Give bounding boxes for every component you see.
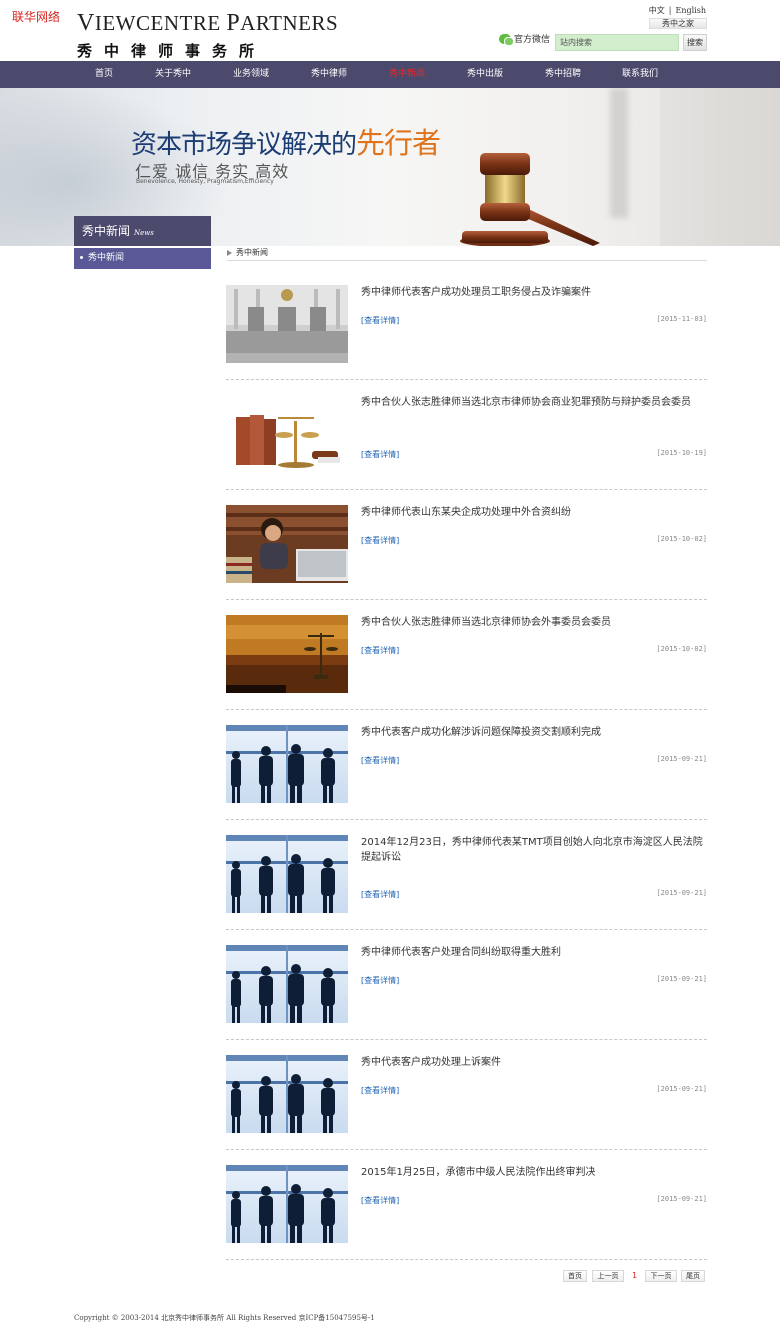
lang-english-link[interactable]: English	[676, 6, 707, 15]
news-date: [2015-11-03]	[656, 315, 707, 323]
banner-title-main: 资本市场争议解决的	[131, 130, 357, 160]
news-date: [2015-09-21]	[656, 889, 707, 897]
news-title-link[interactable]: 秀中律师代表山东某央企成功处理中外合资纠纷	[361, 505, 707, 520]
gavel-image	[460, 153, 600, 246]
news-title-link[interactable]: 秀中律师代表客户处理合同纠纷取得重大胜利	[361, 945, 707, 960]
wechat-label: 官方微信	[514, 35, 551, 45]
pager-first-button[interactable]: 首页	[563, 1270, 587, 1282]
logo-letter: P	[226, 10, 241, 36]
news-date: [2015-09-21]	[656, 975, 707, 983]
language-switch: 中文 | English	[649, 5, 706, 16]
pager-next-button[interactable]: 下一页	[645, 1270, 677, 1282]
search-button[interactable]: 搜索	[683, 34, 707, 51]
news-title-link[interactable]: 秀中合伙人张志胜律师当选北京市律师协会商业犯罪预防与辩护委员会委员	[361, 395, 707, 410]
news-thumbnail[interactable]	[226, 725, 348, 803]
sidebar-item-label: 秀中新闻	[88, 253, 125, 263]
banner-bg-blur	[610, 88, 628, 218]
lang-separator: |	[668, 6, 672, 15]
news-date: [2015-10-02]	[656, 645, 707, 653]
breadcrumb: 秀中新闻	[227, 247, 707, 261]
nav-item-home[interactable]: 首页	[95, 61, 113, 88]
breadcrumb-arrow-icon	[227, 249, 232, 256]
news-date: [2015-09-21]	[656, 1195, 707, 1203]
nav-item-publications[interactable]: 秀中出版	[467, 61, 503, 88]
news-item: 2014年12月23日，秀中律师代表某TMT项目创始人向北京市海淀区人民法院提起…	[226, 835, 707, 930]
pager-current-page: 1	[632, 1271, 638, 1280]
banner-bg-blur	[660, 88, 780, 246]
pagination: 首页 上一页 1 下一页 尾页	[0, 1270, 780, 1282]
nav-item-lawyers[interactable]: 秀中律师	[311, 61, 347, 88]
logo-word: ARTNERS	[240, 11, 339, 35]
view-details-link[interactable]: [查看详情]	[361, 315, 399, 326]
page: { "watermark": "联华网络", "header": { "logo…	[0, 0, 780, 1336]
view-details-link[interactable]: [查看详情]	[361, 645, 399, 656]
news-thumbnail[interactable]	[226, 945, 348, 1023]
banner-title-highlight: 先行者	[356, 126, 441, 160]
lang-chinese-link[interactable]: 中文	[649, 6, 665, 15]
news-thumbnail[interactable]	[226, 285, 348, 363]
search-input[interactable]: 站内搜索	[555, 34, 679, 51]
nav-item-about[interactable]: 关于秀中	[155, 61, 191, 88]
view-details-link[interactable]: [查看详情]	[361, 535, 399, 546]
news-thumbnail[interactable]	[226, 395, 348, 473]
view-details-link[interactable]: [查看详情]	[361, 755, 399, 766]
news-title-link[interactable]: 秀中代表客户成功处理上诉案件	[361, 1055, 707, 1070]
news-item: 秀中律师代表客户成功处理员工职务侵占及诈骗案件 [查看详情] [2015-11-03…	[226, 285, 707, 380]
banner-title: 资本市场争议解决的先行者	[131, 120, 441, 162]
wechat-link[interactable]: 官方微信	[499, 32, 551, 46]
news-date: [2015-09-21]	[656, 1085, 707, 1093]
xiuzhong-home-link[interactable]: 秀中之家	[649, 18, 707, 29]
bullet-icon	[80, 256, 83, 259]
nav-item-practice-areas[interactable]: 业务领域	[233, 61, 269, 88]
nav-item-news[interactable]: 秀中新闻	[389, 61, 425, 88]
news-title-link[interactable]: 2015年1月25日，承德市中级人民法院作出终审判决	[361, 1165, 707, 1180]
view-details-link[interactable]: [查看详情]	[361, 889, 399, 900]
view-details-link[interactable]: [查看详情]	[361, 1085, 399, 1096]
news-thumbnail[interactable]	[226, 1165, 348, 1243]
breadcrumb-label[interactable]: 秀中新闻	[236, 248, 268, 257]
news-date: [2015-10-02]	[656, 535, 707, 543]
nav-item-contact[interactable]: 联系我们	[622, 61, 658, 88]
news-item: 秀中合伙人张志胜律师当选北京律师协会外事委员会委员 [查看详情] [2015-10-…	[226, 615, 707, 710]
sidebar-heading-english: News	[134, 229, 154, 237]
news-item: 秀中律师代表山东某央企成功处理中外合资纠纷 [查看详情] [2015-10-02]	[226, 505, 707, 600]
news-title-link[interactable]: 秀中律师代表客户成功处理员工职务侵占及诈骗案件	[361, 285, 707, 300]
news-item: 秀中代表客户成功处理上诉案件 [查看详情] [2015-09-21]	[226, 1055, 707, 1150]
view-details-link[interactable]: [查看详情]	[361, 1195, 399, 1206]
news-item: 秀中律师代表客户处理合同纠纷取得重大胜利 [查看详情] [2015-09-21]	[226, 945, 707, 1040]
news-item: 2015年1月25日，承德市中级人民法院作出终审判决 [查看详情] [2015-09…	[226, 1165, 707, 1260]
pager-last-button[interactable]: 尾页	[681, 1270, 705, 1282]
footer-copyright: Copyright © 2003-2014 北京秀中律师事务所 All Righ…	[74, 1314, 375, 1322]
sidebar-heading: 秀中新闻 News	[74, 216, 211, 246]
nav-item-careers[interactable]: 秀中招聘	[545, 61, 581, 88]
pager-prev-button[interactable]: 上一页	[592, 1270, 624, 1282]
logo-english: VIEWCENTRE PARTNERS	[77, 10, 339, 36]
banner-subtitle-english: Benevolence, Honesty, Pragmatism,Efficie…	[136, 178, 274, 185]
logo-word: IEWCENTRE	[94, 11, 227, 35]
site-logo[interactable]: VIEWCENTRE PARTNERS 秀中律师事务所	[77, 10, 339, 61]
news-thumbnail[interactable]	[226, 505, 348, 583]
view-details-link[interactable]: [查看详情]	[361, 975, 399, 986]
news-item: 秀中合伙人张志胜律师当选北京市律师协会商业犯罪预防与辩护委员会委员 [查看详情] […	[226, 395, 707, 490]
news-thumbnail[interactable]	[226, 1055, 348, 1133]
news-thumbnail[interactable]	[226, 615, 348, 693]
news-title-link[interactable]: 秀中合伙人张志胜律师当选北京律师协会外事委员会委员	[361, 615, 707, 630]
news-item: 秀中代表客户成功化解涉诉问题保障投资交割顺利完成 [查看详情] [2015-09-2…	[226, 725, 707, 820]
logo-letter: V	[77, 10, 95, 36]
wechat-icon	[499, 33, 514, 46]
logo-chinese: 秀中律师事务所	[77, 42, 267, 60]
sidebar-heading-label: 秀中新闻	[82, 224, 131, 238]
news-date: [2015-09-21]	[656, 755, 707, 763]
news-title-link[interactable]: 2014年12月23日，秀中律师代表某TMT项目创始人向北京市海淀区人民法院提起…	[361, 835, 707, 865]
main-nav: 首页 关于秀中 业务领域 秀中律师 秀中新闻 秀中出版 秀中招聘 联系我们	[0, 61, 780, 88]
view-details-link[interactable]: [查看详情]	[361, 449, 399, 460]
news-title-link[interactable]: 秀中代表客户成功化解涉诉问题保障投资交割顺利完成	[361, 725, 707, 740]
news-date: [2015-10-19]	[656, 449, 707, 457]
watermark-text: 联华网络	[12, 10, 61, 24]
news-thumbnail[interactable]	[226, 835, 348, 913]
sidebar-item-news[interactable]: 秀中新闻	[74, 248, 211, 269]
